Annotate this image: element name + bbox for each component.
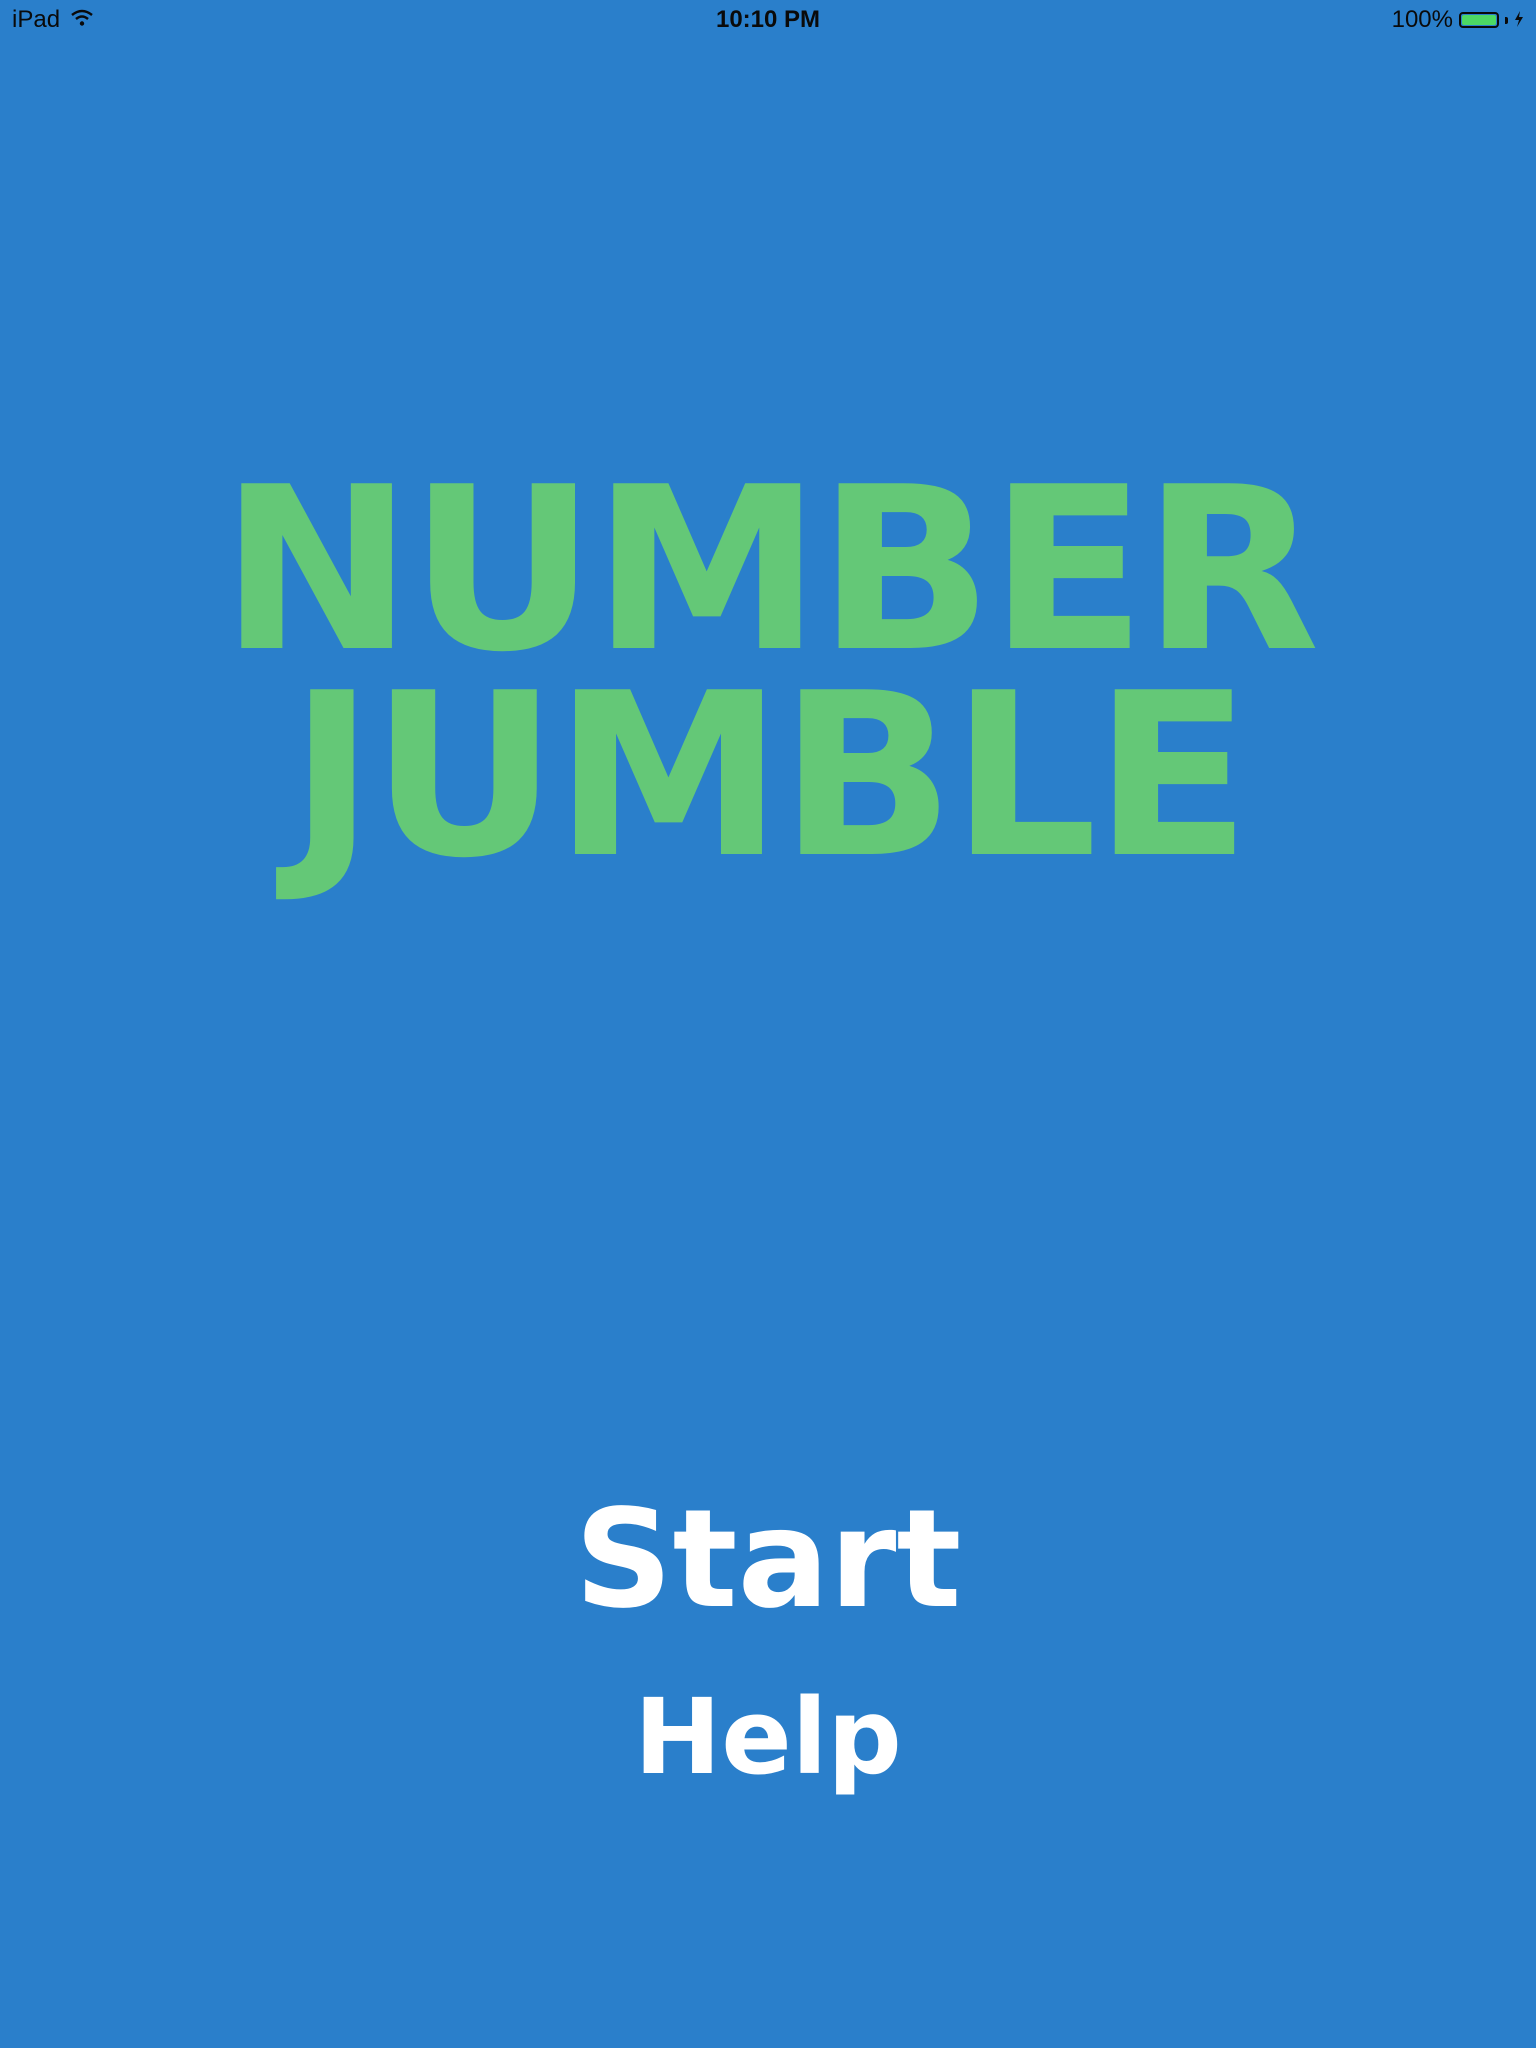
help-button[interactable]: Help xyxy=(0,1675,1536,1799)
status-right: 100% xyxy=(1392,6,1524,34)
title-line-1: NUMBER xyxy=(220,439,1320,702)
charging-bolt-icon xyxy=(1514,6,1524,34)
status-time: 10:10 PM xyxy=(715,6,821,33)
title-line-2: JUMBLE xyxy=(289,645,1251,908)
status-bar: iPad 10:10 PM 100% xyxy=(0,0,1536,40)
game-title: NUMBER JUMBLE xyxy=(0,439,1536,908)
battery-nub xyxy=(1505,16,1508,24)
start-button[interactable]: Start xyxy=(0,1480,1536,1640)
battery-fill xyxy=(1462,15,1496,25)
battery-percent: 100% xyxy=(1391,6,1453,33)
battery-icon xyxy=(1459,12,1499,28)
